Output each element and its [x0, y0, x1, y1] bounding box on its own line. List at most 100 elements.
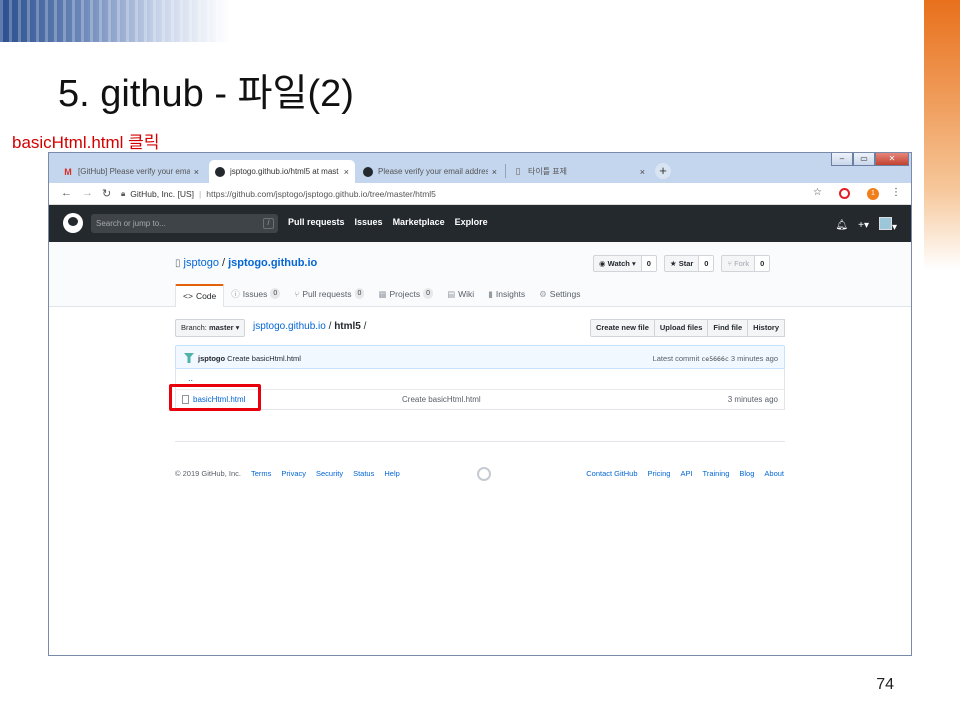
tab-insights[interactable]: ▮ Insights — [481, 284, 532, 307]
create-new-file-button[interactable]: Create new file — [589, 319, 655, 337]
slide-title: 5. github - 파일(2) — [58, 73, 354, 115]
star-count[interactable]: 0 — [699, 255, 715, 272]
tab-wiki[interactable]: ▤ Wiki — [440, 284, 481, 307]
footer-status-link[interactable]: Status — [353, 469, 374, 478]
forward-arrow-icon[interactable]: → — [82, 187, 93, 199]
breadcrumb-current-dir: html5 — [334, 321, 361, 332]
footer-training-link[interactable]: Training — [703, 469, 730, 478]
committer-avatar[interactable] — [184, 353, 194, 363]
history-button[interactable]: History — [747, 319, 785, 337]
watch-button[interactable]: ◉ Watch ▾ — [593, 255, 642, 272]
tab-settings[interactable]: ⚙ Settings — [532, 284, 587, 307]
commit-author-link[interactable]: jsptogo — [198, 354, 225, 363]
close-window-button[interactable]: ✕ — [875, 153, 909, 166]
url-field[interactable]: 🔒︎ GitHub, Inc. [US] | https://github.co… — [121, 186, 811, 202]
window-controls: ‒ ▭ ✕ — [831, 153, 909, 166]
breadcrumb-trailing-separator: / — [363, 321, 367, 332]
repo-header: ▯ jsptogo / jsptogo.github.io ◉ Watch ▾ 0 ★… — [49, 242, 911, 307]
footer-divider — [175, 441, 785, 442]
github-icon — [363, 166, 373, 177]
tab-issues[interactable]: ⓘ Issues 0 — [224, 284, 287, 307]
github-nav: Pull requests Issues Marketplace Explore — [288, 217, 488, 227]
commit-summary: jsptogo Create basicHtml.html — [198, 354, 301, 363]
avatar — [878, 217, 892, 230]
maximize-button[interactable]: ▭ — [853, 153, 875, 166]
nav-issues[interactable]: Issues — [355, 217, 383, 227]
nav-marketplace[interactable]: Marketplace — [393, 217, 445, 227]
extension-badge-icon[interactable]: 1 — [867, 188, 879, 200]
footer-privacy-link[interactable]: Privacy — [281, 469, 306, 478]
eye-icon: ◉ — [599, 259, 608, 268]
github-logo-icon[interactable] — [63, 213, 83, 233]
tab-pull-requests[interactable]: ⑂ Pull requests 0 — [287, 284, 371, 307]
breadcrumb-separator: / — [328, 321, 332, 332]
bookmark-star-icon[interactable]: ☆ — [813, 187, 822, 198]
watch-count[interactable]: 0 — [641, 255, 657, 272]
opera-extension-icon[interactable] — [839, 188, 850, 199]
footer-copyright: © 2019 GitHub, Inc. — [175, 469, 241, 478]
minimize-button[interactable]: ‒ — [831, 153, 853, 166]
wiki-icon: ▤ — [447, 289, 456, 299]
notification-bell-icon[interactable]: 🔔︎ — [835, 220, 848, 231]
find-file-button[interactable]: Find file — [707, 319, 749, 337]
star-icon: ★ — [669, 259, 679, 268]
repo-actions: ◉ Watch ▾ 0 ★ Star 0 ⑂ Fork 0 — [593, 255, 771, 272]
file-commit-message-link[interactable]: Create basicHtml.html — [402, 395, 481, 404]
tab-projects[interactable]: ▦ Projects 0 — [371, 284, 440, 307]
tab-page[interactable]: ▯ 타이틀 표제 × — [507, 160, 651, 183]
tab-close-icon[interactable]: × — [344, 167, 349, 177]
menu-kebab-icon[interactable]: ⋮ — [891, 187, 901, 198]
nav-pull-requests[interactable]: Pull requests — [288, 217, 345, 227]
repo-title-separator: / — [222, 257, 226, 269]
gear-icon: ⚙ — [539, 289, 547, 299]
url-separator: | — [199, 189, 202, 199]
tab-gmail[interactable]: M [GitHub] Please verify your ema × — [57, 160, 205, 183]
commit-age: 3 minutes ago — [730, 354, 778, 363]
file-list: .. basicHtml.html Create basicHtml.html … — [175, 369, 785, 410]
new-tab-button[interactable]: + — [655, 163, 671, 179]
github-header: Search or jump to... / Pull requests Iss… — [49, 205, 911, 242]
footer-left-links: © 2019 GitHub, Inc. Terms Privacy Securi… — [175, 469, 400, 478]
fork-button[interactable]: ⑂ Fork — [721, 255, 756, 272]
tab-github-verify[interactable]: Please verify your email address × — [357, 160, 503, 183]
upload-files-button[interactable]: Upload files — [653, 319, 709, 337]
github-search-input[interactable]: Search or jump to... / — [91, 214, 278, 233]
tab-code[interactable]: <> Code — [175, 284, 225, 307]
footer-blog-link[interactable]: Blog — [739, 469, 754, 478]
repo-owner-link[interactable]: jsptogo — [184, 257, 219, 269]
footer-pricing-link[interactable]: Pricing — [648, 469, 671, 478]
footer-contact-link[interactable]: Contact GitHub — [586, 469, 637, 478]
tab-close-icon[interactable]: × — [640, 167, 645, 177]
tab-bar: M [GitHub] Please verify your ema × jspt… — [49, 153, 911, 183]
file-navigation: Branch: master ▾ jsptogo.github.io / htm… — [175, 319, 785, 337]
github-footer-logo-icon[interactable] — [477, 467, 491, 481]
tab-label: Please verify your email address — [378, 167, 488, 176]
click-highlight-box — [169, 384, 261, 411]
branch-select-button[interactable]: Branch: master ▾ — [175, 319, 246, 337]
footer-security-link[interactable]: Security — [316, 469, 343, 478]
user-avatar-menu[interactable]: ▾ — [878, 217, 897, 233]
code-icon: <> — [183, 291, 193, 301]
instruction-text: basicHtml.html 클릭 — [12, 133, 160, 152]
footer-help-link[interactable]: Help — [384, 469, 399, 478]
tab-close-icon[interactable]: × — [492, 167, 497, 177]
footer-api-link[interactable]: API — [680, 469, 692, 478]
nav-explore[interactable]: Explore — [455, 217, 488, 227]
fork-count[interactable]: 0 — [755, 255, 771, 272]
breadcrumb-repo-link[interactable]: jsptogo.github.io — [253, 321, 326, 332]
reload-icon[interactable]: ↻ — [102, 187, 111, 200]
tab-github-repo[interactable]: jsptogo.github.io/html5 at mast × — [209, 160, 355, 183]
create-new-plus-icon[interactable]: +▾ — [858, 220, 869, 231]
repo-name-link[interactable]: jsptogo.github.io — [228, 257, 317, 269]
latest-commit-bar: jsptogo Create basicHtml.html Latest com… — [175, 345, 785, 369]
commit-sha-link[interactable]: ce5666c — [701, 355, 728, 363]
tab-close-icon[interactable]: × — [194, 167, 199, 177]
footer-terms-link[interactable]: Terms — [251, 469, 271, 478]
tab-label: 타이틀 표제 — [528, 167, 568, 176]
repo-title: ▯ jsptogo / jsptogo.github.io — [175, 257, 317, 269]
back-arrow-icon[interactable]: ← — [61, 187, 72, 199]
commit-message-link[interactable]: Create basicHtml.html — [227, 354, 301, 363]
footer-about-link[interactable]: About — [764, 469, 784, 478]
star-button[interactable]: ★ Star — [663, 255, 700, 272]
parent-directory-link[interactable]: .. — [188, 373, 193, 383]
